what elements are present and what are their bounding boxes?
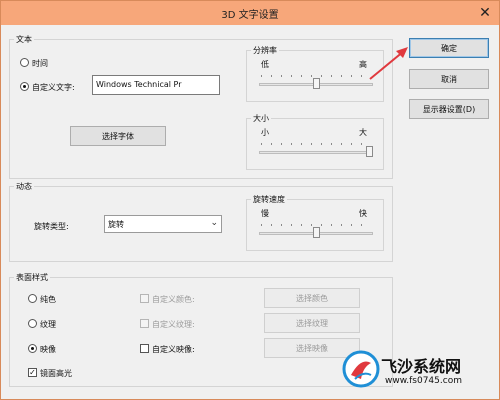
size-ticks: [261, 143, 371, 145]
resolution-label: 分辨率: [251, 45, 279, 56]
choose-texture-button[interactable]: 选择纹理: [264, 313, 360, 333]
custom-texture-checkbox[interactable]: [140, 319, 149, 328]
texture-radio[interactable]: [28, 319, 37, 328]
window-title: 3D 文字设置: [221, 9, 279, 21]
rotation-type-select[interactable]: 旋转 ⌄: [104, 215, 222, 233]
size-label: 大小: [251, 113, 271, 124]
custom-reflection-checkbox[interactable]: [140, 344, 149, 353]
speed-label: 旋转速度: [251, 194, 287, 205]
resolution-ticks: [261, 75, 371, 77]
reflection-radio[interactable]: [28, 344, 37, 353]
3d-text-settings-dialog: 3D 文字设置 ✕ 文本 时间 自定义文字: Windows Technical…: [0, 0, 500, 400]
size-slider-track[interactable]: [259, 151, 373, 154]
watermark-logo-icon: [342, 350, 380, 388]
specular-highlight-checkbox[interactable]: ✓: [28, 368, 37, 377]
resolution-panel: 分辨率 低 高: [246, 45, 384, 102]
speed-fast-label: 快: [359, 209, 367, 218]
title-bar[interactable]: 3D 文字设置 ✕: [1, 1, 499, 25]
surface-style-group: 表面样式 纯色 纹理 映像 自定义颜色: 自定义纹理: 自定义映像: 选择颜色 …: [9, 272, 393, 387]
speed-panel: 旋转速度 慢 快: [246, 194, 384, 251]
choose-color-button[interactable]: 选择颜色: [264, 288, 360, 308]
chevron-down-icon: ⌄: [210, 218, 218, 228]
motion-group: 动态 旋转类型: 旋转 ⌄ 旋转速度 慢 快: [9, 181, 393, 262]
speed-ticks: [261, 224, 371, 226]
rotation-type-label: 旋转类型:: [34, 222, 69, 231]
custom-reflection-label: 自定义映像:: [152, 345, 195, 354]
site-watermark: 飞沙系统网 www.fs0745.com: [341, 349, 499, 399]
cancel-button[interactable]: 取消: [409, 69, 489, 89]
time-radio[interactable]: [20, 58, 29, 67]
choose-font-button[interactable]: 选择字体: [70, 126, 166, 146]
custom-color-label: 自定义颜色:: [152, 295, 195, 304]
reflection-label: 映像: [40, 345, 56, 354]
custom-text-label: 自定义文字:: [32, 83, 75, 92]
size-panel: 大小 小 大: [246, 113, 384, 170]
ok-button[interactable]: 确定: [409, 38, 489, 58]
speed-slider-thumb[interactable]: [312, 227, 320, 238]
texture-label: 纹理: [40, 320, 56, 329]
custom-texture-label: 自定义纹理:: [152, 320, 195, 329]
speed-slow-label: 慢: [261, 209, 269, 218]
motion-group-label: 动态: [14, 181, 34, 192]
rotation-type-value: 旋转: [108, 220, 124, 229]
custom-text-radio[interactable]: [20, 82, 29, 91]
solid-color-label: 纯色: [40, 295, 56, 304]
annotation-arrow-icon: [369, 47, 408, 80]
text-group-label: 文本: [14, 34, 34, 45]
display-settings-button[interactable]: 显示器设置(D): [409, 99, 489, 119]
specular-highlight-label: 镜面高光: [40, 369, 72, 378]
resolution-slider-thumb[interactable]: [312, 78, 320, 89]
size-small-label: 小: [261, 128, 269, 137]
watermark-url: www.fs0745.com: [385, 376, 462, 386]
size-slider-thumb[interactable]: [366, 146, 373, 157]
watermark-name: 飞沙系统网: [381, 357, 462, 376]
text-group: 文本 时间 自定义文字: Windows Technical Pr 选择字体 分…: [9, 34, 393, 179]
custom-color-checkbox[interactable]: [140, 294, 149, 303]
close-icon[interactable]: ✕: [477, 5, 493, 21]
surface-style-group-label: 表面样式: [14, 272, 50, 283]
time-label: 时间: [32, 59, 48, 68]
resolution-low-label: 低: [261, 60, 269, 69]
solid-color-radio[interactable]: [28, 294, 37, 303]
size-large-label: 大: [359, 128, 367, 137]
custom-text-input[interactable]: Windows Technical Pr: [92, 75, 220, 95]
